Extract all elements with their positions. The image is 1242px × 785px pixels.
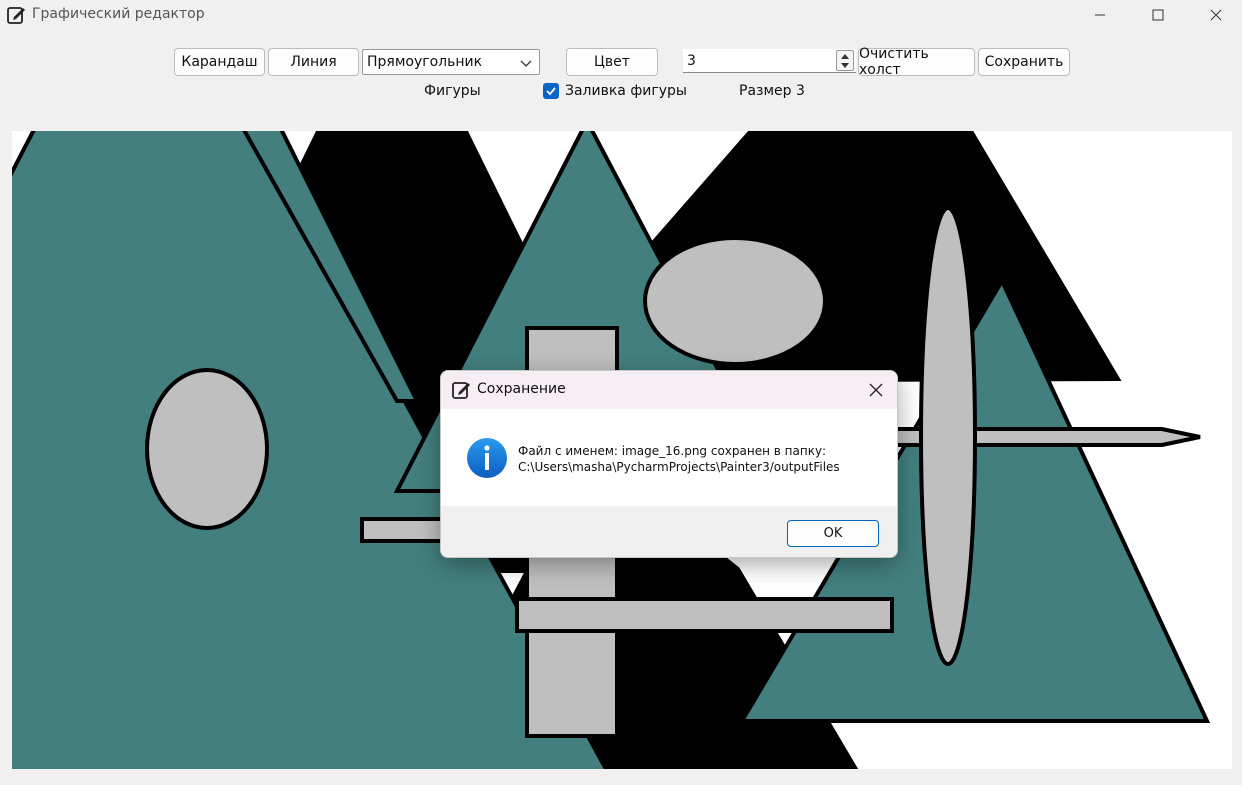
shape-select[interactable]: Прямоугольник [362, 49, 540, 75]
gray-rect-horizontal [515, 597, 894, 633]
save-button[interactable]: Сохранить [978, 48, 1070, 76]
gray-ellipse-top [643, 236, 827, 366]
size-label: Размер 3 [739, 83, 805, 99]
figures-label: Фигуры [424, 83, 481, 99]
minimize-button[interactable] [1071, 0, 1129, 30]
color-button[interactable]: Цвет [566, 48, 658, 76]
pencil-button[interactable]: Карандаш [174, 48, 265, 76]
line-button[interactable]: Линия [268, 48, 359, 76]
maximize-button[interactable] [1129, 0, 1187, 30]
spin-up-icon[interactable] [837, 51, 853, 61]
window-title: Графический редактор [32, 6, 205, 22]
ok-button[interactable]: OK [787, 520, 879, 547]
shape-select-value: Прямоугольник [367, 54, 483, 70]
dialog-title-bar: Сохранение [441, 371, 897, 409]
close-icon[interactable] [867, 381, 885, 399]
dialog-message-line2: C:\Users\masha\PycharmProjects\Painter3/… [518, 460, 840, 474]
clear-canvas-button[interactable]: Очистить холст [858, 46, 975, 78]
close-button[interactable] [1187, 0, 1242, 30]
info-icon [467, 438, 507, 478]
main-window: Графический редактор Карандаш Линия Прям… [0, 0, 1242, 785]
dialog-message-line1: Файл с именем: image_16.png сохранен в п… [518, 444, 827, 458]
size-value: 3 [687, 52, 696, 69]
minimize-icon [1095, 14, 1105, 16]
edit-icon [7, 7, 25, 24]
spin-buttons[interactable] [836, 50, 854, 71]
size-spinbox[interactable]: 3 [683, 49, 856, 73]
dialog-message: Файл с именем: image_16.png сохранен в п… [518, 443, 840, 475]
spin-down-icon[interactable] [837, 61, 853, 71]
fill-label: Заливка фигуры [565, 83, 687, 99]
title-bar: Графический редактор [0, 0, 1242, 32]
edit-icon [452, 382, 470, 399]
dialog-body: Файл с именем: image_16.png сохранен в п… [441, 409, 897, 506]
gray-ellipse-left [145, 368, 269, 530]
dialog-footer: OK [441, 506, 897, 557]
dialog-title: Сохранение [477, 381, 566, 397]
close-icon [1210, 9, 1222, 21]
check-icon [546, 87, 556, 96]
maximize-icon [1152, 9, 1164, 21]
chevron-down-icon [520, 60, 532, 67]
fill-checkbox[interactable] [543, 83, 559, 99]
save-dialog: Сохранение Файл с именем: image_16.png с… [440, 370, 898, 558]
gray-ellipse-vertical [919, 206, 977, 666]
